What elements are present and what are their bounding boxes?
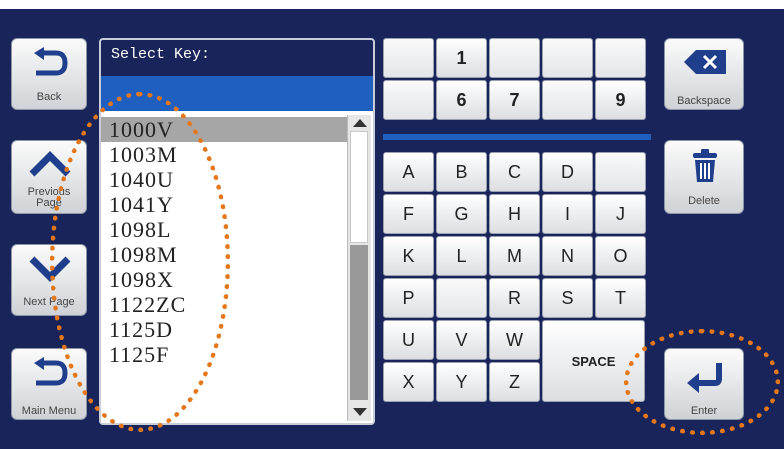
letter-key[interactable]: Z: [489, 362, 540, 402]
main-menu-button[interactable]: Main Menu: [11, 348, 87, 420]
digit-key[interactable]: [383, 80, 434, 120]
list-item[interactable]: 1098L: [109, 218, 171, 242]
enter-button[interactable]: Enter: [664, 348, 744, 420]
list-item[interactable]: 1125F: [109, 343, 169, 367]
back-button[interactable]: Back: [11, 38, 87, 110]
letter-key[interactable]: G: [436, 194, 487, 234]
enter-label: Enter: [690, 405, 718, 417]
next-page-label: Next Page: [23, 296, 75, 308]
delete-label: Delete: [688, 195, 720, 207]
next-page-button[interactable]: Next Page: [11, 244, 87, 316]
previous-page-label: Previous Page: [27, 186, 71, 209]
key-search-field[interactable]: [101, 76, 373, 111]
letter-key[interactable]: R: [489, 278, 540, 318]
key-list-scrollbar[interactable]: [347, 115, 371, 421]
digit-key[interactable]: [542, 80, 593, 120]
letter-key[interactable]: T: [595, 278, 646, 318]
digit-key[interactable]: [542, 38, 593, 78]
chevron-up-icon: [29, 151, 71, 177]
main-menu-label: Main Menu: [21, 405, 77, 417]
digit-key[interactable]: 6: [436, 80, 487, 120]
letter-key[interactable]: K: [383, 236, 434, 276]
digit-key[interactable]: 1: [436, 38, 487, 78]
letter-key[interactable]: S: [542, 278, 593, 318]
key-selection-screen: Back Previous Page Next Page Main Menu S…: [0, 9, 784, 449]
scroll-up-icon[interactable]: [352, 118, 368, 128]
backspace-label: Backspace: [677, 95, 731, 107]
letter-key[interactable]: C: [489, 152, 540, 192]
return-arrow-icon: [34, 357, 68, 386]
letter-key[interactable]: P: [383, 278, 434, 318]
list-item[interactable]: 1003M: [109, 143, 178, 167]
scroll-thumb[interactable]: [350, 131, 368, 243]
backspace-button[interactable]: Backspace: [664, 38, 744, 110]
key-list-panel: Select Key: 1000V 1003M 1040U 1041Y 1098…: [99, 38, 375, 425]
letter-key[interactable]: X: [383, 362, 434, 402]
letter-key[interactable]: D: [542, 152, 593, 192]
letter-key[interactable]: B: [436, 152, 487, 192]
letter-key[interactable]: Y: [436, 362, 487, 402]
letter-key[interactable]: A: [383, 152, 434, 192]
letter-key[interactable]: F: [383, 194, 434, 234]
list-item[interactable]: 1041Y: [109, 193, 174, 217]
scroll-down-icon[interactable]: [352, 407, 368, 417]
digit-key[interactable]: [383, 38, 434, 78]
letter-key[interactable]: W: [489, 320, 540, 360]
digit-key[interactable]: 9: [595, 80, 646, 120]
chevron-down-icon: [29, 256, 71, 282]
keypad: 1 6 7 9 A B C D F G H I J K L M N O P R …: [383, 38, 655, 428]
previous-page-button[interactable]: Previous Page: [11, 140, 87, 214]
digit-key[interactable]: [489, 38, 540, 78]
list-item[interactable]: 1125D: [109, 318, 173, 342]
list-item[interactable]: 1040U: [109, 168, 174, 192]
digit-key[interactable]: [595, 38, 646, 78]
trash-icon: [693, 149, 717, 182]
letter-key[interactable]: H: [489, 194, 540, 234]
scroll-track: [350, 245, 368, 400]
list-item[interactable]: 1098X: [109, 268, 174, 292]
backspace-icon: [684, 50, 726, 74]
back-label: Back: [36, 91, 62, 103]
digit-key[interactable]: 7: [489, 80, 540, 120]
back-arrow-icon: [34, 47, 68, 76]
delete-button[interactable]: Delete: [664, 140, 744, 214]
list-item[interactable]: 1122ZC: [109, 293, 186, 317]
enter-icon: [687, 363, 722, 393]
letter-key[interactable]: L: [436, 236, 487, 276]
keypad-divider: [383, 134, 651, 140]
list-item[interactable]: 1098M: [109, 243, 178, 267]
letter-key[interactable]: J: [595, 194, 646, 234]
letter-key[interactable]: I: [542, 194, 593, 234]
letter-key[interactable]: [436, 278, 487, 318]
letter-key[interactable]: V: [436, 320, 487, 360]
letter-key[interactable]: O: [595, 236, 646, 276]
list-item[interactable]: 1000V: [109, 118, 174, 142]
key-list-title: Select Key:: [111, 46, 211, 63]
letter-key[interactable]: [595, 152, 646, 192]
letter-key[interactable]: N: [542, 236, 593, 276]
key-list-body: 1000V 1003M 1040U 1041Y 1098L 1098M 1098…: [101, 111, 373, 423]
letter-key[interactable]: U: [383, 320, 434, 360]
letter-key[interactable]: M: [489, 236, 540, 276]
space-key[interactable]: SPACE: [542, 320, 645, 402]
